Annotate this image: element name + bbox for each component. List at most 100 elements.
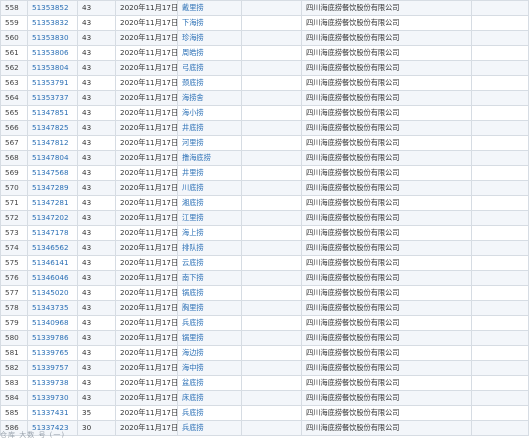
row-number: 563 [0, 75, 28, 91]
registration-number-link[interactable]: 51339757 [27, 360, 78, 376]
registration-number-link[interactable]: 51346141 [27, 255, 78, 271]
registration-number-link[interactable]: 51347804 [27, 150, 78, 166]
registration-number-link[interactable]: 51353804 [27, 60, 78, 76]
application-date: 2020年11月17日 [115, 150, 178, 166]
registration-number-link[interactable]: 51353806 [27, 45, 78, 61]
registration-number-link[interactable]: 51347281 [27, 195, 78, 211]
status-cell [471, 30, 529, 46]
registration-number-link[interactable]: 51353830 [27, 30, 78, 46]
class-number: 43 [77, 255, 116, 271]
registration-number-link[interactable]: 51337431 [27, 405, 78, 421]
application-date: 2020年11月17日 [115, 270, 178, 286]
trademark-name-link[interactable]: 颈底捞 [177, 75, 242, 91]
applicant-name: 四川海底捞餐饮股份有限公司 [301, 135, 472, 151]
trademark-image-cell [241, 225, 302, 241]
registration-number-link[interactable]: 51353832 [27, 15, 78, 31]
registration-number-link[interactable]: 51345020 [27, 285, 78, 301]
row-number: 567 [0, 135, 28, 151]
application-date: 2020年11月17日 [115, 180, 178, 196]
applicant-name: 四川海底捞餐饮股份有限公司 [301, 300, 472, 316]
trademark-image-cell [241, 180, 302, 196]
trademark-name-link[interactable]: 戴里捞 [177, 0, 242, 16]
registration-number-link[interactable]: 51347812 [27, 135, 78, 151]
trademark-name-link[interactable]: 川底捞 [177, 180, 242, 196]
trademark-name-link[interactable]: 床底捞 [177, 390, 242, 406]
trademark-name-link[interactable]: 兵底捞 [177, 315, 242, 331]
registration-number-link[interactable]: 51353791 [27, 75, 78, 91]
table-row: 583 51339738 43 2020年11月17日 盆底捞 四川海底捞餐饮股份有限公司 [0, 375, 529, 391]
trademark-image-cell [241, 30, 302, 46]
row-number: 562 [0, 60, 28, 76]
trademark-name-link[interactable]: 南下捞 [177, 270, 242, 286]
status-cell [471, 210, 529, 226]
registration-number-link[interactable]: 51347825 [27, 120, 78, 136]
registration-number-link[interactable]: 51346046 [27, 270, 78, 286]
trademark-name-link[interactable]: 排队捞 [177, 240, 242, 256]
trademark-image-cell [241, 345, 302, 361]
trademark-name-link[interactable]: 盆底捞 [177, 375, 242, 391]
registration-number-link[interactable]: 51343735 [27, 300, 78, 316]
trademark-name-link[interactable]: 海上捞 [177, 225, 242, 241]
registration-number-link[interactable]: 51339786 [27, 330, 78, 346]
row-number: 570 [0, 180, 28, 196]
row-number: 575 [0, 255, 28, 271]
trademark-image-cell [241, 165, 302, 181]
row-number: 568 [0, 150, 28, 166]
trademark-name-link[interactable]: 兵底捞 [177, 420, 242, 436]
trademark-name-link[interactable]: 珍海捞 [177, 30, 242, 46]
applicant-name: 四川海底捞餐饮股份有限公司 [301, 210, 472, 226]
trademark-name-link[interactable]: 撸海底捞 [177, 150, 242, 166]
application-date: 2020年11月17日 [115, 255, 178, 271]
table-row: 568 51347804 43 2020年11月17日 撸海底捞 四川海底捞餐饮股份有限公… [0, 150, 529, 166]
trademark-name-link[interactable]: 兵底捞 [177, 405, 242, 421]
registration-number-link[interactable]: 51353737 [27, 90, 78, 106]
registration-number-link[interactable]: 51339738 [27, 375, 78, 391]
trademark-name-link[interactable]: 弓底捞 [177, 60, 242, 76]
registration-number-link[interactable]: 51339765 [27, 345, 78, 361]
application-date: 2020年11月17日 [115, 105, 178, 121]
trademark-name-link[interactable]: 海边捞 [177, 345, 242, 361]
trademark-image-cell [241, 255, 302, 271]
registration-number-link[interactable]: 51347851 [27, 105, 78, 121]
trademark-name-link[interactable]: 胸里捞 [177, 300, 242, 316]
trademark-name-link[interactable]: 井底捞 [177, 120, 242, 136]
trademark-name-link[interactable]: 云底捞 [177, 255, 242, 271]
trademark-name-link[interactable]: 锅里捞 [177, 330, 242, 346]
trademark-name-link[interactable]: 锅底捞 [177, 285, 242, 301]
applicant-name: 四川海底捞餐饮股份有限公司 [301, 180, 472, 196]
applicant-name: 四川海底捞餐饮股份有限公司 [301, 90, 472, 106]
table-row: 576 51346046 43 2020年11月17日 南下捞 四川海底捞餐饮股份有限公司 [0, 270, 529, 286]
trademark-image-cell [241, 375, 302, 391]
class-number: 30 [77, 420, 116, 436]
trademark-name-link[interactable]: 河里捞 [177, 135, 242, 151]
trademark-name-link[interactable]: 井里捞 [177, 165, 242, 181]
registration-number-link[interactable]: 51347178 [27, 225, 78, 241]
trademark-name-link[interactable]: 湘底捞 [177, 195, 242, 211]
applicant-name: 四川海底捞餐饮股份有限公司 [301, 420, 472, 436]
table-row: 586 51337423 30 2020年11月17日 兵底捞 四川海底捞餐饮股份有限公司 [0, 420, 529, 436]
registration-number-link[interactable]: 51340968 [27, 315, 78, 331]
class-number: 43 [77, 75, 116, 91]
applicant-name: 四川海底捞餐饮股份有限公司 [301, 315, 472, 331]
application-date: 2020年11月17日 [115, 15, 178, 31]
applicant-name: 四川海底捞餐饮股份有限公司 [301, 360, 472, 376]
trademark-name-link[interactable]: 下海捞 [177, 15, 242, 31]
trademark-name-link[interactable]: 海捞舍 [177, 90, 242, 106]
trademark-name-link[interactable]: 江里捞 [177, 210, 242, 226]
trademark-name-link[interactable]: 周皓捞 [177, 45, 242, 61]
status-cell [471, 225, 529, 241]
trademark-image-cell [241, 120, 302, 136]
trademark-name-link[interactable]: 海小捞 [177, 105, 242, 121]
registration-number-link[interactable]: 51353852 [27, 0, 78, 16]
registration-number-link[interactable]: 51347568 [27, 165, 78, 181]
trademark-image-cell [241, 75, 302, 91]
registration-number-link[interactable]: 51347202 [27, 210, 78, 226]
registration-number-link[interactable]: 51347289 [27, 180, 78, 196]
registration-number-link[interactable]: 51346562 [27, 240, 78, 256]
trademark-name-link[interactable]: 海中捞 [177, 360, 242, 376]
class-number: 43 [77, 375, 116, 391]
trademark-image-cell [241, 405, 302, 421]
status-cell [471, 420, 529, 436]
application-date: 2020年11月17日 [115, 75, 178, 91]
registration-number-link[interactable]: 51339730 [27, 390, 78, 406]
